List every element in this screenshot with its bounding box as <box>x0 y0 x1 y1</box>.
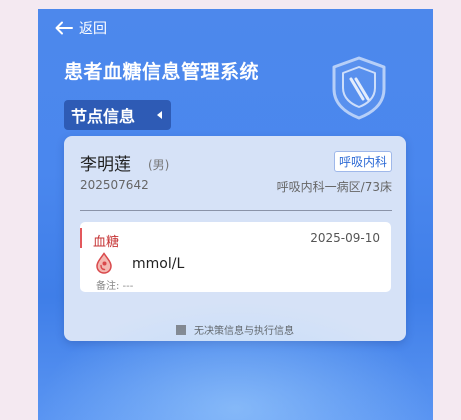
patient-gender: (男) <box>148 158 170 172</box>
blood-drop-icon <box>96 252 112 274</box>
patient-card: 李明莲 (男) 呼吸内科 202507642 呼吸内科一病区/73床 血糖 20… <box>64 136 406 341</box>
arrow-left-icon <box>55 21 73 35</box>
square-icon <box>176 324 186 335</box>
caret-left-icon <box>157 111 162 119</box>
record-date: 2025-09-10 <box>310 231 380 245</box>
divider <box>80 210 392 211</box>
page-title: 患者血糖信息管理系统 <box>64 61 260 83</box>
department-badge: 呼吸内科 <box>333 151 392 172</box>
no-decision-text: 无决策信息与执行信息 <box>194 326 294 337</box>
no-decision-info: 无决策信息与执行信息 <box>64 322 406 337</box>
patient-id: 202507642 <box>80 178 149 192</box>
app-screen: 返回 患者血糖信息管理系统 节点信息 李明莲 (男) 呼吸内科 20250764… <box>38 9 433 420</box>
ward-bed: 呼吸内科一病区/73床 <box>276 180 392 194</box>
glucose-unit: mmol/L <box>132 256 185 272</box>
shield-icon <box>332 56 386 120</box>
record-accent-bar <box>80 228 82 248</box>
node-info-label: 节点信息 <box>71 107 136 126</box>
patient-name: 李明莲 <box>80 155 131 175</box>
node-info-tab[interactable]: 节点信息 <box>64 100 171 130</box>
back-label: 返回 <box>79 21 107 37</box>
record-note: 备注: --- <box>96 281 134 292</box>
glucose-record-card[interactable]: 血糖 2025-09-10 mmol/L 备注: --- <box>80 222 391 292</box>
back-button[interactable]: 返回 <box>55 17 107 39</box>
record-type: 血糖 <box>93 235 120 250</box>
